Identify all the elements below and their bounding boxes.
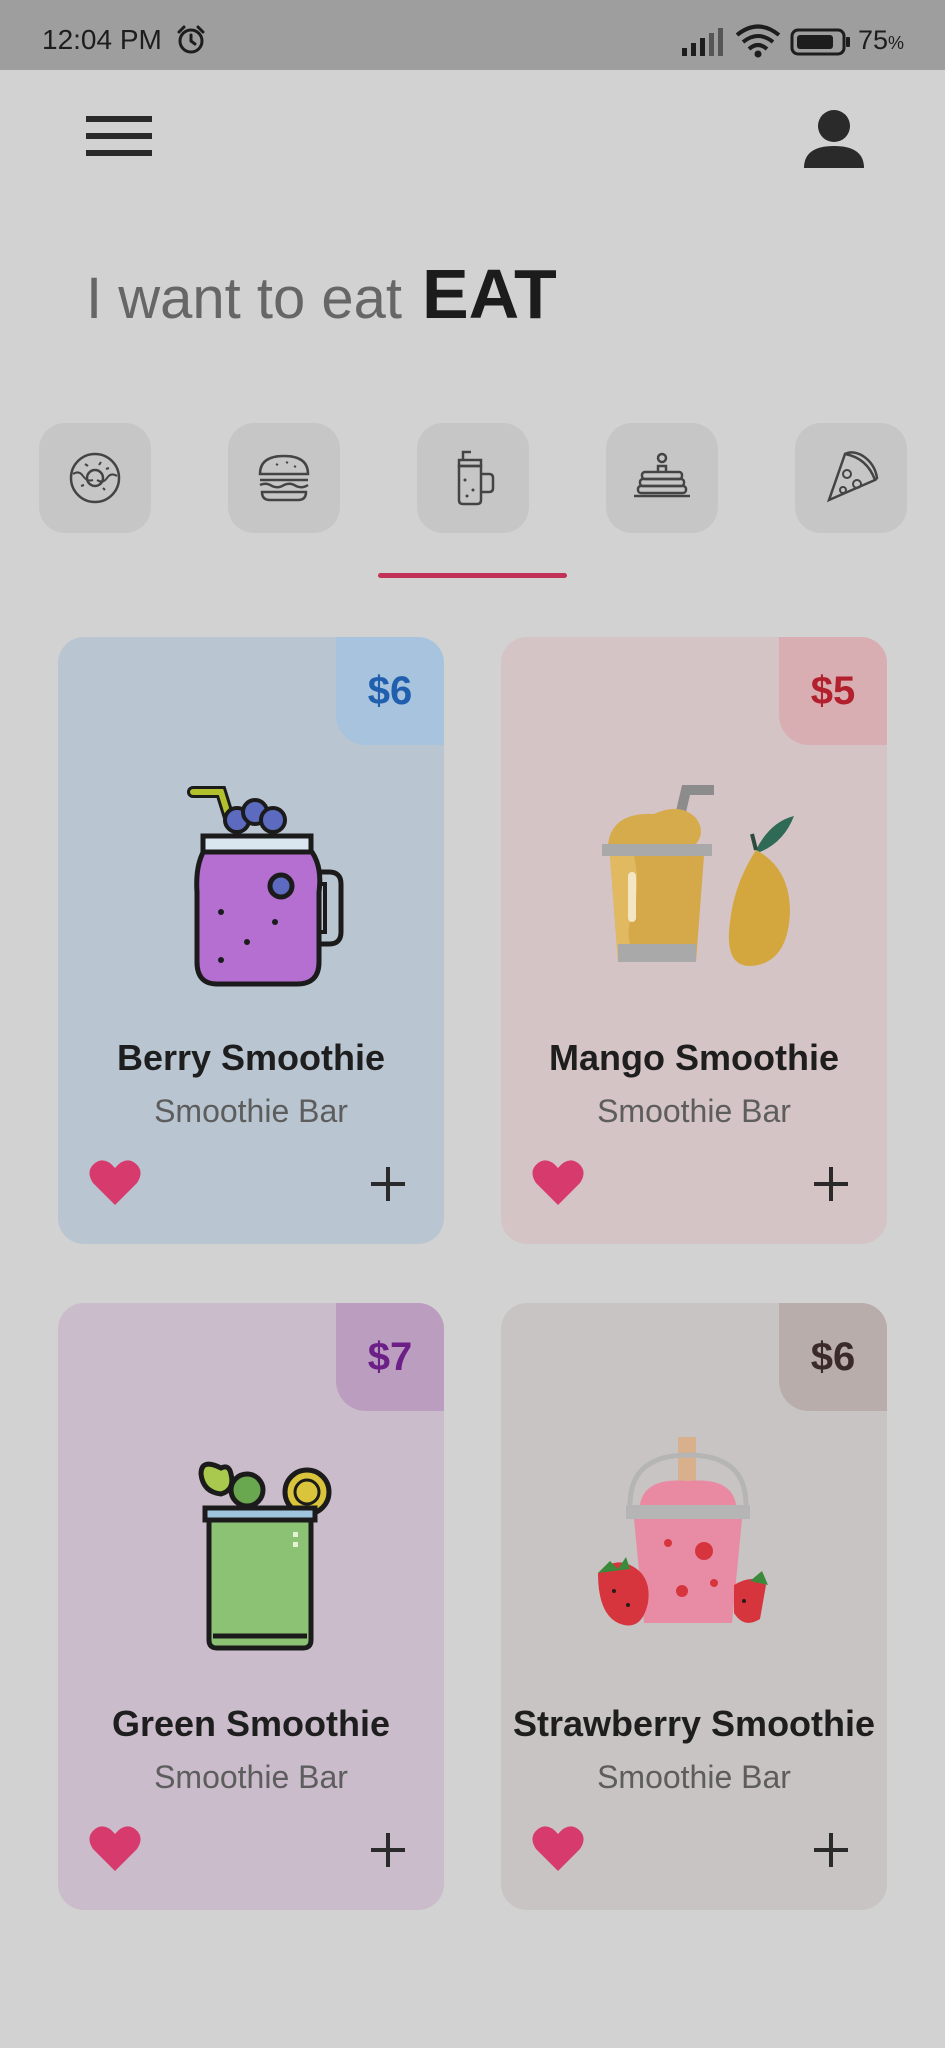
product-name: Green Smoothie (111, 1703, 391, 1744)
add-to-cart-icon[interactable] (811, 1830, 851, 1870)
selected-category-indicator (378, 573, 567, 578)
price-badge: $6 (336, 637, 444, 745)
product-card-green-smoothie[interactable]: $7 Green Smoothie Smoothie Bar (58, 1303, 444, 1910)
add-to-cart-icon[interactable] (368, 1830, 408, 1870)
page-headline: I want to eat EAT (86, 254, 557, 334)
add-to-cart-icon[interactable] (811, 1164, 851, 1204)
category-pancakes[interactable] (606, 423, 718, 533)
burger-icon (258, 454, 310, 502)
shop-name: Smoothie Bar (154, 1093, 348, 1129)
shop-name: Smoothie Bar (597, 1759, 791, 1795)
category-pizza[interactable] (795, 423, 907, 533)
battery-icon (790, 28, 850, 56)
headline-emphasis: EAT (421, 255, 557, 333)
wifi-icon (735, 24, 781, 58)
product-card-berry-smoothie[interactable]: $6 Berry Smoothie Smoothie Bar (58, 637, 444, 1244)
battery-percent: 75% (858, 25, 905, 55)
add-to-cart-icon[interactable] (368, 1164, 408, 1204)
donut-icon (69, 452, 121, 504)
berry-smoothie-illustration (187, 786, 344, 987)
heart-icon[interactable] (88, 1825, 142, 1873)
pancakes-icon (634, 452, 690, 498)
status-bar: 12:04 PM 75% (0, 0, 945, 70)
shop-name: Smoothie Bar (597, 1093, 791, 1129)
product-name: Mango Smoothie (549, 1037, 839, 1078)
product-card-strawberry-smoothie[interactable]: $6 Strawberry Smoothie Smoothie Bar (501, 1303, 887, 1910)
category-burger[interactable] (228, 423, 340, 533)
user-icon[interactable] (802, 108, 866, 170)
signal-strength-icon (682, 28, 723, 56)
mango-smoothie-illustration (602, 785, 794, 966)
pizza-icon (826, 451, 879, 503)
price-badge: $6 (779, 1303, 887, 1411)
product-card-mango-smoothie[interactable]: $5 Mango Smoothie Smoothie Bar (501, 637, 887, 1244)
smoothie-jar-icon (457, 450, 495, 506)
shop-name: Smoothie Bar (154, 1759, 348, 1795)
headline-prefix: I want to eat (86, 266, 402, 331)
price-badge: $5 (779, 637, 887, 745)
heart-icon[interactable] (88, 1159, 142, 1207)
status-time: 12:04 PM (42, 24, 162, 55)
price-badge: $7 (336, 1303, 444, 1411)
category-smoothie[interactable] (417, 423, 529, 533)
product-name: Strawberry Smoothie (512, 1703, 876, 1744)
product-name: Berry Smoothie (116, 1037, 386, 1078)
green-smoothie-illustration (198, 1461, 332, 1651)
hamburger-menu-icon[interactable] (86, 112, 154, 160)
alarm-clock-icon (177, 25, 205, 54)
category-donut[interactable] (39, 423, 151, 533)
strawberry-smoothie-illustration (598, 1437, 768, 1626)
heart-icon[interactable] (531, 1159, 585, 1207)
heart-icon[interactable] (531, 1825, 585, 1873)
